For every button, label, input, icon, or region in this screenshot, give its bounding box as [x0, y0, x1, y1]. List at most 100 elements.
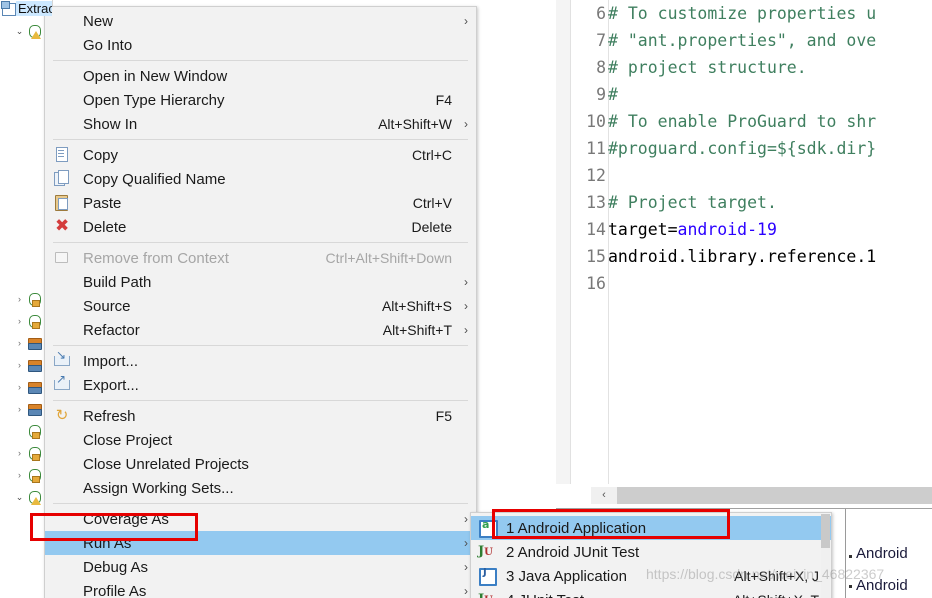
application-window: Extracalm ⌄ › › › › › › › › ⌄ 6# To customize pro… [0, 0, 932, 598]
menu-item-new[interactable]: New › [45, 9, 476, 33]
submenu-item-3-java-application[interactable]: 3 Java Application Alt+Shift+X, J [471, 564, 831, 588]
scroll-left-icon[interactable]: ‹ [591, 486, 617, 504]
code-line[interactable]: 6 # To customize properties u [570, 0, 932, 27]
scroll-track[interactable] [617, 486, 932, 504]
code-line[interactable]: 16 [570, 270, 932, 297]
menu-item-export[interactable]: Export... [45, 372, 476, 397]
menu-item-no-icon [51, 66, 77, 86]
menu-item-label: Delete [83, 218, 127, 236]
code-text[interactable]: # project structure. [606, 54, 807, 81]
menu-item-shortcut: F4 [435, 92, 452, 108]
menu-item-no-icon [51, 296, 77, 316]
code-editor[interactable]: 6 # To customize properties u 7 # "ant.prop… [556, 0, 932, 487]
code-text[interactable]: # Project target. [606, 189, 777, 216]
menu-item-assign-working-sets[interactable]: Assign Working Sets... [45, 476, 476, 500]
code-content[interactable]: 6 # To customize properties u 7 # "ant.prop… [570, 0, 932, 487]
tree-item[interactable]: › [13, 334, 45, 352]
code-text[interactable]: android.library.reference.1 [606, 243, 876, 270]
menu-item-open-in-new-window[interactable]: Open in New Window [45, 64, 476, 88]
submenu-item-2-android-junit-test[interactable]: JU 2 Android JUnit Test [471, 540, 831, 564]
menu-item-run-as[interactable]: Run As › [45, 531, 476, 555]
tree-item[interactable]: › [13, 356, 45, 374]
submenu-item-1-android-application[interactable]: 1 Android Application [471, 516, 831, 540]
submenu-item-shortcut: Alt+Shift+X, J [734, 568, 819, 584]
tree-item[interactable]: ⌄ [13, 22, 45, 40]
tree-item[interactable] [13, 422, 45, 440]
code-line[interactable]: 10 # To enable ProGuard to shr [570, 108, 932, 135]
line-number: 9 [596, 85, 606, 104]
menu-item-copy-qualified-name[interactable]: Copy Qualified Name [45, 167, 476, 191]
menu-item-refresh[interactable]: ↻ Refresh F5 [45, 404, 476, 428]
menu-item-paste[interactable]: Paste Ctrl+V [45, 191, 476, 215]
code-text[interactable]: # [606, 81, 618, 108]
tree-twisty-icon[interactable]: › [13, 378, 26, 396]
code-line[interactable]: 13 # Project target. [570, 189, 932, 216]
code-line[interactable]: 8 # project structure. [570, 54, 932, 81]
code-line[interactable]: 9 # [570, 81, 932, 108]
tree-item[interactable]: ⌄ [13, 488, 45, 506]
code-text[interactable]: target=android-19 [606, 216, 777, 243]
background-list-item: Android [856, 577, 908, 594]
code-text[interactable]: # To enable ProGuard to shr [606, 108, 876, 135]
refresh-icon: ↻ [51, 406, 77, 426]
menu-item-go-into[interactable]: Go Into [45, 33, 476, 57]
menu-item-copy[interactable]: Copy Ctrl+C [45, 143, 476, 167]
line-number: 12 [586, 166, 606, 185]
editor-horizontal-scrollbar[interactable]: ‹ [556, 484, 932, 506]
tree-twisty-icon[interactable]: › [13, 356, 26, 374]
menu-item-close-project[interactable]: Close Project [45, 428, 476, 452]
menu-item-refactor[interactable]: Refactor Alt+Shift+T › [45, 318, 476, 342]
code-line[interactable]: 11 #proguard.config=${sdk.dir} [570, 135, 932, 162]
menu-item-no-icon [51, 557, 77, 577]
code-token: target= [608, 220, 678, 239]
menu-item-profile-as[interactable]: Profile As › [45, 579, 476, 598]
tree-item[interactable]: › [13, 400, 45, 418]
menu-item-no-icon [51, 454, 77, 474]
junit-icon: JU [476, 591, 500, 598]
menu-item-open-type-hierarchy[interactable]: Open Type Hierarchy F4 [45, 88, 476, 112]
menu-item-shortcut: Alt+Shift+S [381, 298, 452, 314]
tree-twisty-icon[interactable]: › [13, 334, 26, 352]
menu-item-no-icon [51, 90, 77, 110]
tree-twisty-icon[interactable]: › [13, 444, 26, 462]
delete-icon-glyph: ✖ [55, 216, 70, 236]
run-as-submenu[interactable]: 1 Android Application JU 2 Android JUnit T… [470, 512, 832, 598]
menu-item-delete[interactable]: ✖ Delete Delete [45, 215, 476, 239]
tree-twisty-icon[interactable]: ⌄ [13, 22, 26, 40]
menu-item-coverage-as[interactable]: Coverage As › [45, 507, 476, 531]
menu-item-source[interactable]: Source Alt+Shift+S › [45, 294, 476, 318]
code-text[interactable]: #proguard.config=${sdk.dir} [606, 135, 876, 162]
code-line[interactable]: 15 android.library.reference.1 [570, 243, 932, 270]
tree-twisty-icon[interactable]: › [13, 290, 26, 308]
tree-twisty-icon[interactable]: › [13, 400, 26, 418]
menu-item-label: Close Unrelated Projects [83, 455, 249, 473]
tree-item[interactable]: › [13, 378, 45, 396]
context-menu[interactable]: New › Go Into Open in New Window Open Type H… [44, 6, 477, 598]
submenu-scroll-thumb[interactable] [821, 514, 830, 548]
code-line[interactable]: 7 # "ant.properties", and ove [570, 27, 932, 54]
code-line[interactable]: 14 target=android-19 [570, 216, 932, 243]
submenu-scrollbar[interactable] [821, 514, 830, 598]
menu-item-show-in[interactable]: Show In Alt+Shift+W › [45, 112, 476, 136]
code-text[interactable]: # To customize properties u [606, 0, 876, 27]
code-text[interactable]: # "ant.properties", and ove [606, 27, 876, 54]
tree-twisty-icon[interactable]: › [13, 466, 26, 484]
project-title[interactable]: Extracalm [16, 1, 52, 16]
tree-item[interactable]: › [13, 290, 45, 308]
tree-twisty-icon[interactable]: › [13, 312, 26, 330]
menu-item-import[interactable]: Import... [45, 348, 476, 373]
tree-twisty-icon[interactable]: ⌄ [13, 488, 26, 506]
code-line[interactable]: 12 [570, 162, 932, 189]
menu-item-build-path[interactable]: Build Path › [45, 270, 476, 294]
paste-icon [51, 193, 77, 213]
tree-item[interactable]: › [13, 466, 45, 484]
scroll-thumb[interactable] [617, 486, 932, 504]
menu-item-debug-as[interactable]: Debug As › [45, 555, 476, 579]
line-number: 10 [586, 112, 606, 131]
code-token: # To enable ProGuard to shr [608, 112, 877, 131]
submenu-item-4-junit-test[interactable]: JU 4 JUnit TestAlt+Shift+X, T [471, 588, 831, 598]
menu-item-close-unrelated-projects[interactable]: Close Unrelated Projects [45, 452, 476, 476]
tree-item[interactable]: › [13, 444, 45, 462]
tree-item[interactable]: › [13, 312, 45, 330]
package-icon [26, 357, 42, 373]
